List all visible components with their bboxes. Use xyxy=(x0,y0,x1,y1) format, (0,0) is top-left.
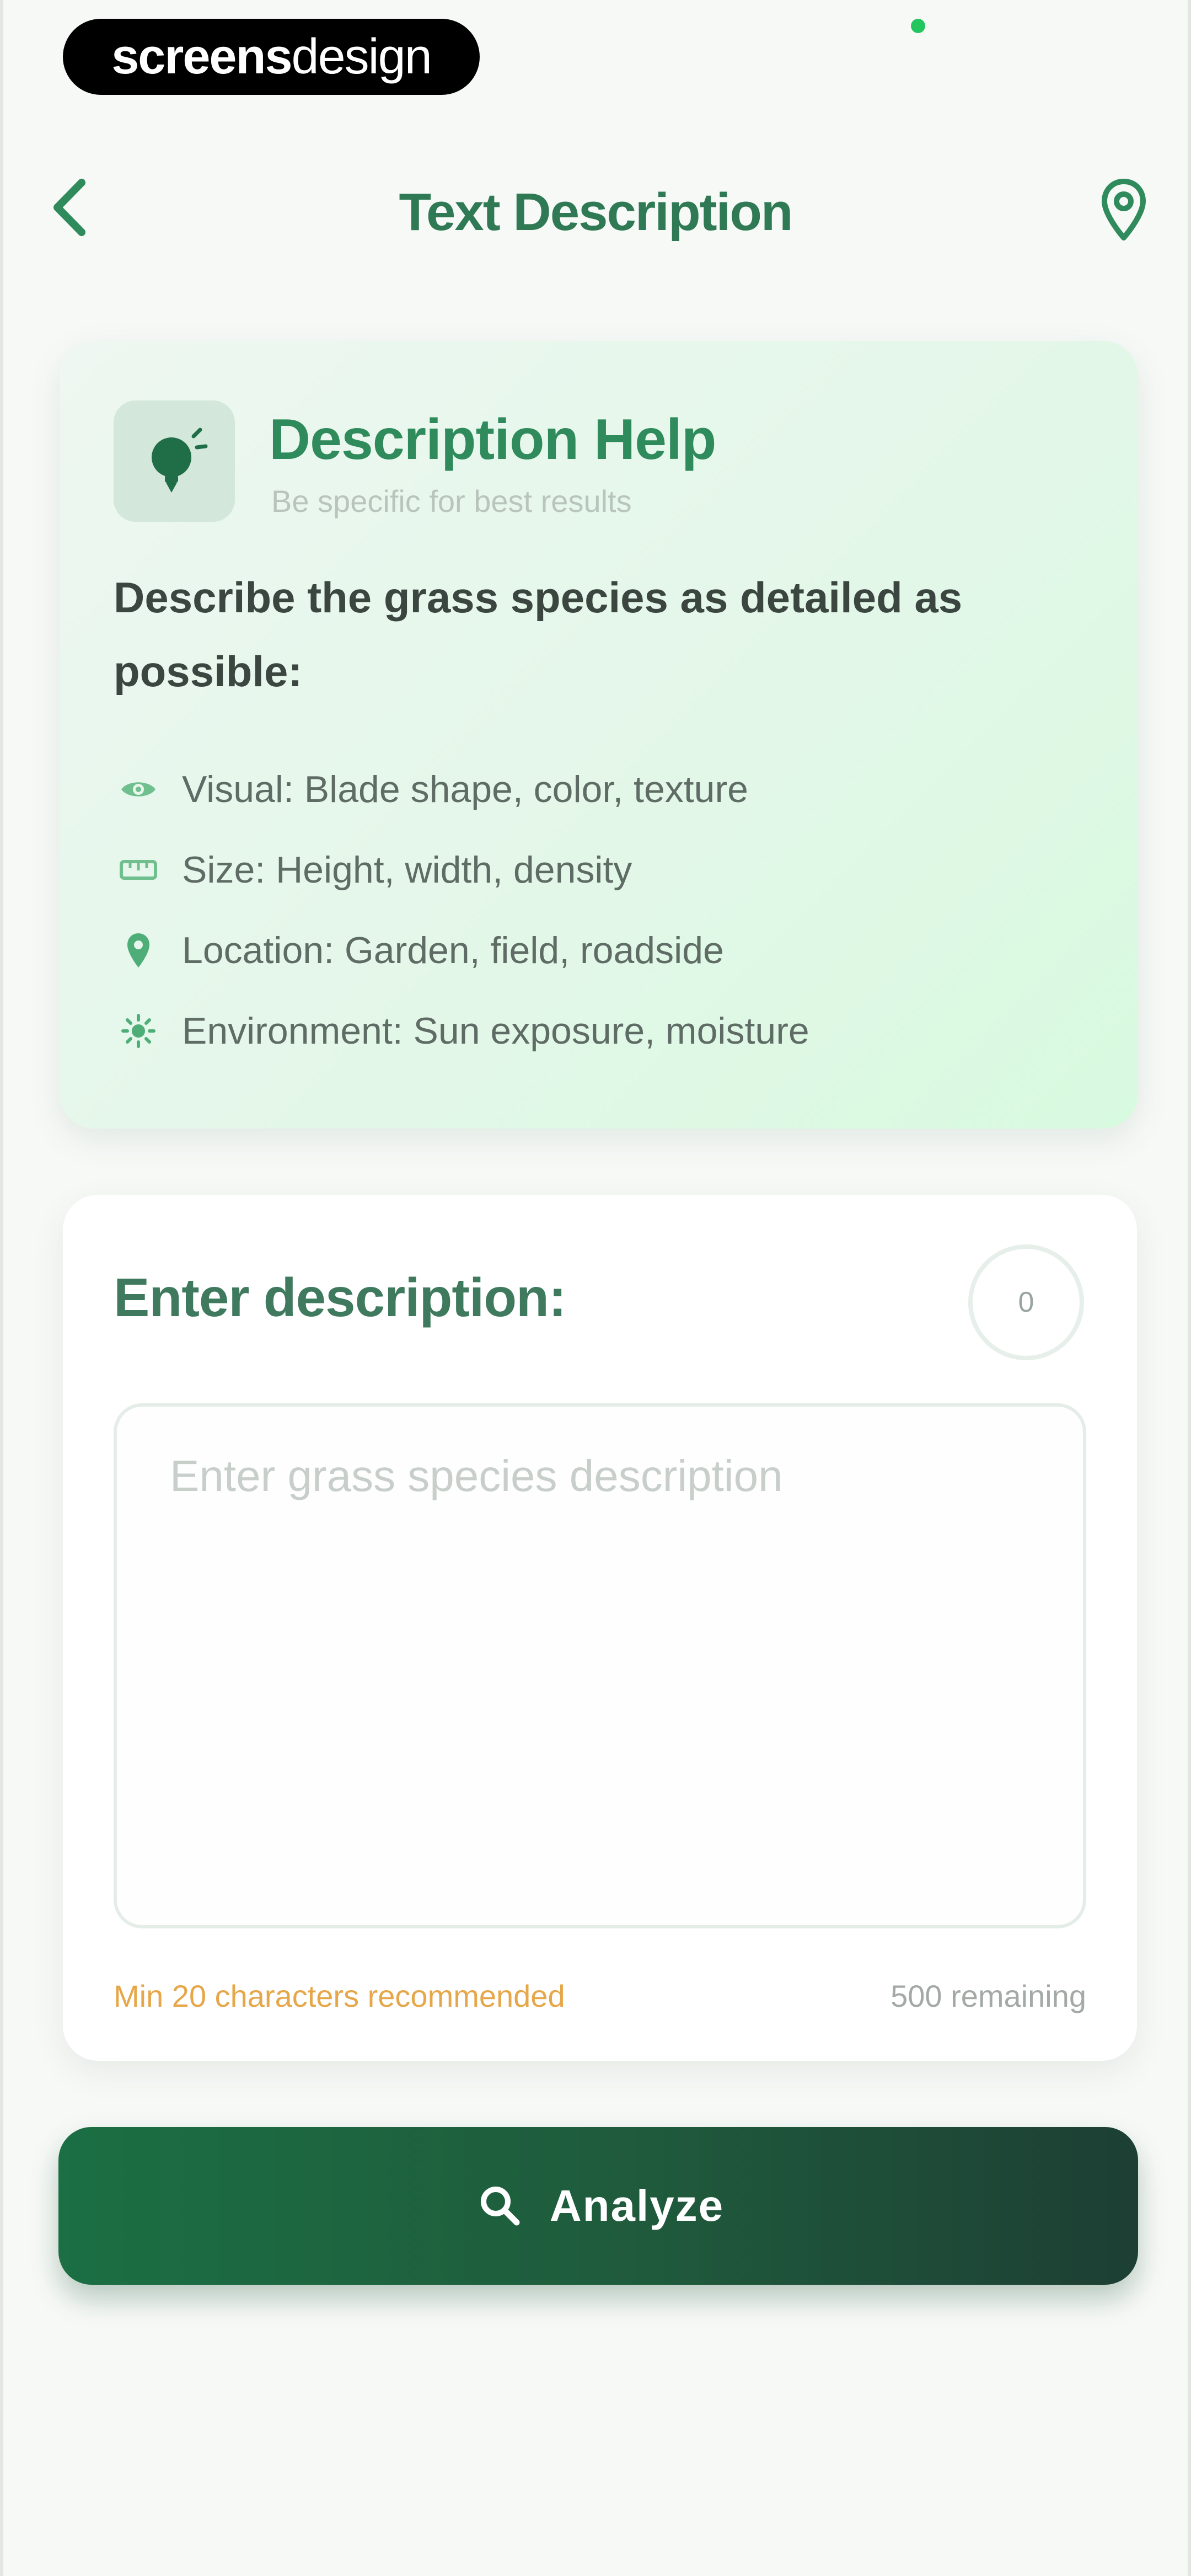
help-tips-list: Visual: Blade shape, color, texture Size… xyxy=(114,749,1084,1071)
description-help-card: Description Help Be specific for best re… xyxy=(60,341,1138,1129)
description-label: Enter description: xyxy=(114,1267,567,1328)
ruler-icon xyxy=(114,845,163,895)
location-button[interactable] xyxy=(1091,175,1157,247)
search-icon xyxy=(473,2178,528,2233)
help-item-environment: Environment: Sun exposure, moisture xyxy=(182,1010,809,1052)
status-indicator-dot xyxy=(911,19,925,33)
help-subtitle: Be specific for best results xyxy=(271,484,632,519)
help-title: Description Help xyxy=(269,408,716,472)
eye-icon xyxy=(114,765,163,814)
screensdesign-watermark: screens design xyxy=(63,19,480,95)
description-input[interactable] xyxy=(114,1403,1086,1928)
min-characters-hint: Min 20 characters recommended xyxy=(114,1979,565,2013)
character-counter: 0 xyxy=(968,1244,1084,1360)
help-icon-box xyxy=(114,400,235,522)
list-item: Size: Height, width, density xyxy=(114,830,1084,910)
description-input-card: Enter description: 0 Min 20 characters r… xyxy=(63,1195,1137,2061)
header-bar: Text Description xyxy=(3,160,1188,259)
sun-icon xyxy=(114,1006,163,1056)
page-title: Text Description xyxy=(399,183,793,242)
list-item: Location: Garden, field, roadside xyxy=(114,910,1084,991)
map-pin-icon xyxy=(1099,177,1149,246)
lightbulb-icon xyxy=(138,424,210,499)
help-item-location: Location: Garden, field, roadside xyxy=(182,929,724,971)
watermark-light: design xyxy=(291,29,432,84)
remaining-characters: 500 remaining xyxy=(890,1979,1086,2013)
help-instructions: Describe the grass species as detailed a… xyxy=(114,573,963,696)
help-item-size: Size: Height, width, density xyxy=(182,849,632,891)
analyze-button-label: Analyze xyxy=(549,2181,725,2230)
analyze-button[interactable]: Analyze xyxy=(58,2127,1138,2285)
map-pin-icon xyxy=(114,926,163,975)
watermark-bold: screens xyxy=(111,29,292,84)
list-item: Environment: Sun exposure, moisture xyxy=(114,991,1084,1071)
list-item: Visual: Blade shape, color, texture xyxy=(114,749,1084,830)
help-item-visual: Visual: Blade shape, color, texture xyxy=(182,768,748,810)
text-description-screen: screens design Text Description Descript… xyxy=(0,0,1191,2576)
